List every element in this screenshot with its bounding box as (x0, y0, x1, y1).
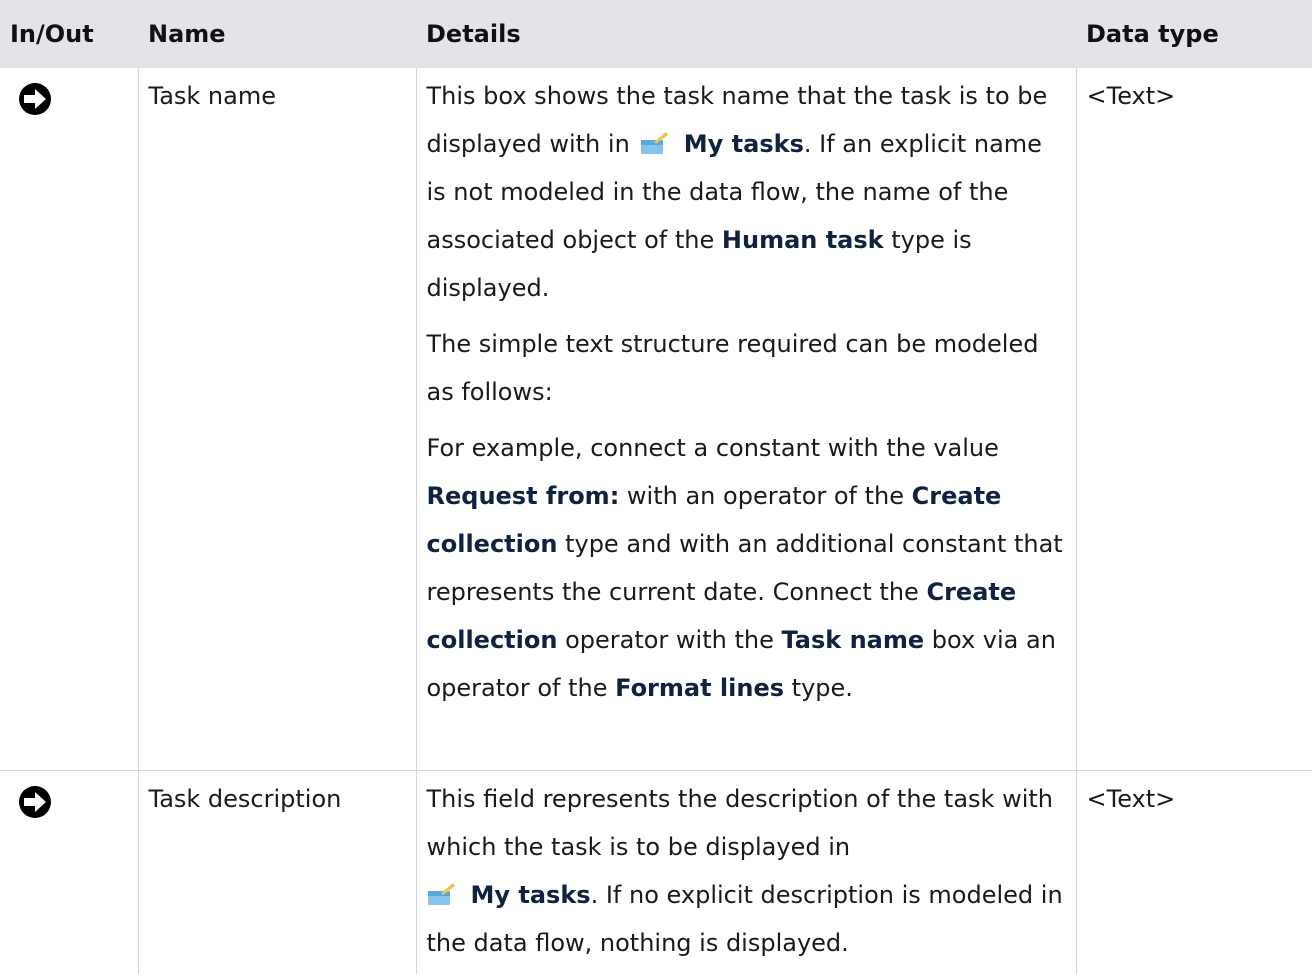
header-details: Details (416, 0, 1076, 68)
data-flow-table: In/Out Name Details Data type Task name … (0, 0, 1312, 974)
details-paragraph: This field represents the description of… (426, 784, 1063, 957)
details-cell: This field represents the description of… (416, 770, 1077, 974)
details-paragraph: For example, connect a constant with the… (426, 434, 1063, 702)
name-cell: Task name (138, 68, 417, 771)
my-tasks-icon (427, 882, 455, 905)
details-paragraph: The simple text structure required can b… (426, 330, 1039, 406)
name-cell: Task description (138, 770, 417, 974)
header-name: Name (138, 0, 416, 68)
header-data-type: Data type (1076, 0, 1312, 68)
table-row: Task name This box shows the task name t… (0, 68, 1312, 771)
input-arrow-icon (19, 785, 51, 818)
my-tasks-icon (640, 132, 668, 154)
data-type-cell: <Text> (1076, 68, 1312, 771)
details-paragraph: This box shows the task name that the ta… (426, 82, 1048, 302)
header-in-out: In/Out (0, 0, 138, 68)
data-type-cell: <Text> (1086, 784, 1176, 813)
input-arrow-icon (19, 83, 51, 115)
details-cell: This box shows the task name that the ta… (416, 68, 1077, 771)
in-out-cell (0, 68, 139, 771)
in-out-cell (0, 770, 139, 974)
table-header-row: In/Out Name Details Data type (0, 0, 1312, 68)
table-row: Task description This field represents t… (0, 770, 1312, 974)
